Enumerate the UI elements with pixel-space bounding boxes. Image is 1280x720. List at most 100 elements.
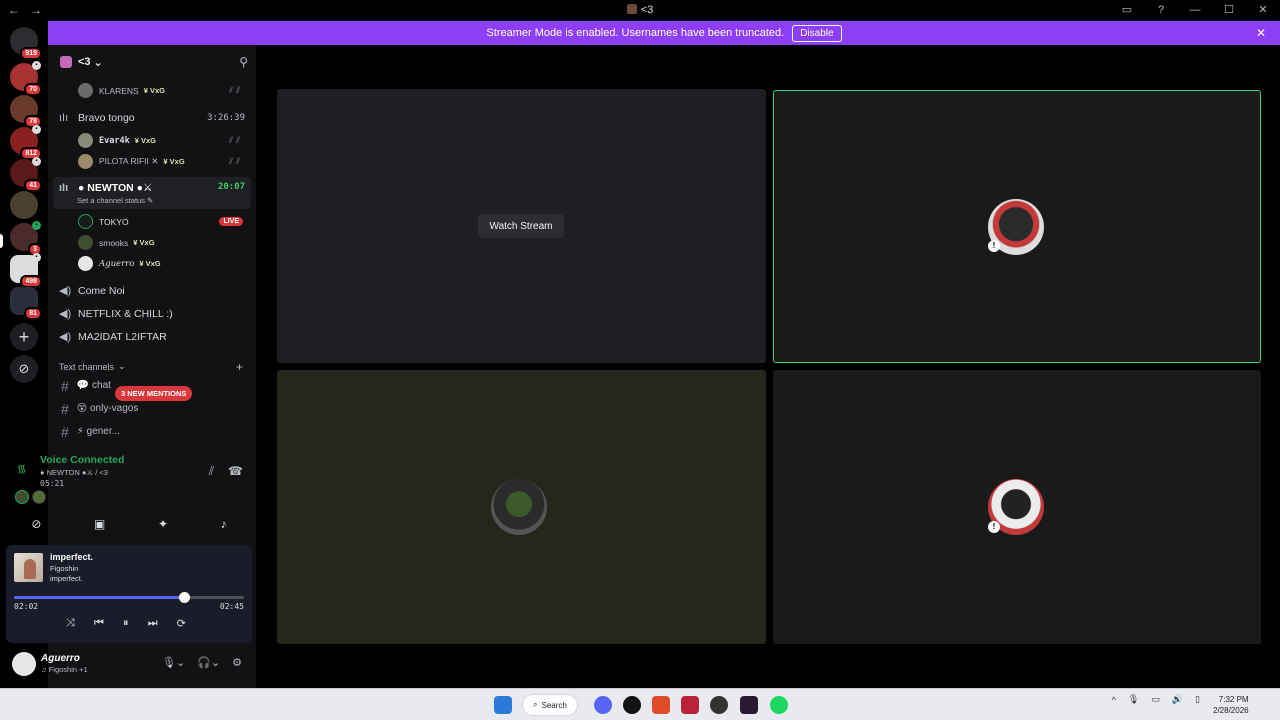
voice-channel-newton[interactable]: ıIı ● NEWTON ●⚔ 20:07 Set a channel stat… xyxy=(53,177,251,209)
voice-user[interactable]: Evar4k ¥ VxG ⫽⫽ xyxy=(53,130,251,151)
chevron-up-icon[interactable]: ^ xyxy=(1112,695,1116,705)
add-server-button[interactable]: + xyxy=(10,323,38,351)
battery-icon[interactable]: ▯ xyxy=(1195,694,1200,705)
search-box[interactable]: ⌕ Search xyxy=(522,694,578,716)
server-icon-2[interactable]: 78 xyxy=(10,95,42,128)
category-text-channels[interactable]: Text channels ⌄ + xyxy=(53,356,251,377)
previous-icon[interactable]: ⏮ xyxy=(94,617,104,630)
start-icon[interactable] xyxy=(494,696,512,714)
voice-channel-netflix[interactable]: ◀) NETFLIX & CHILL :) xyxy=(53,303,251,324)
camera-off-icon[interactable]: ⊘ xyxy=(31,517,41,531)
track-title[interactable]: imperfect. xyxy=(50,552,93,562)
taskbar: ⌕ Search ^ 🎙 ▭ 🔊 ▯ 7:32 PM 2/28/2026 xyxy=(0,688,1280,720)
voice-user[interactable]: PILOTA RIFII ✕ ¥ VxG ⫽⫽ xyxy=(53,151,251,172)
server-folder[interactable]: 81 xyxy=(10,287,42,320)
network-icon[interactable]: ▭ xyxy=(1151,694,1160,705)
app-icon[interactable] xyxy=(710,696,728,714)
voice-activity-icon: ıIı xyxy=(59,182,69,194)
close-icon[interactable]: ✕ xyxy=(1256,26,1266,40)
add-channel-icon[interactable]: + xyxy=(236,360,243,374)
invite-icon[interactable]: ⚲ xyxy=(239,55,248,69)
guild-icon xyxy=(626,4,637,14)
track-artist[interactable]: Figoshin xyxy=(50,564,78,573)
repeat-icon[interactable]: ⟳ xyxy=(177,617,186,630)
microphone-icon[interactable]: 🎙 xyxy=(1128,694,1139,705)
voice-channel-come-noi[interactable]: ◀) Come Noi xyxy=(53,280,251,301)
voice-connected-title[interactable]: Voice Connected xyxy=(40,454,124,466)
discover-button[interactable]: ⊘ xyxy=(10,355,38,383)
noise-suppression-icon[interactable]: ⫽ xyxy=(209,464,214,479)
participant-avatar xyxy=(32,490,46,504)
chevron-down-icon: ⌄ xyxy=(118,361,126,371)
user-activity: ♫ Figoshin +1 xyxy=(41,665,88,674)
user-panel: Aguerro ♫ Figoshin +1 🎙⌄ 🎧⌄ ⚙ xyxy=(6,646,252,684)
microphone-icon[interactable]: 🎙⌄ xyxy=(162,656,185,669)
text-channel-only-vagos[interactable]: # 😵 only-vagos xyxy=(53,398,251,419)
discord-icon[interactable] xyxy=(594,696,612,714)
voice-channel-bravo-tongo[interactable]: ıIı Bravo tongo 3:26:39 xyxy=(53,107,251,128)
brave-icon[interactable] xyxy=(652,696,670,714)
shuffle-icon[interactable]: ⤨ xyxy=(66,617,75,630)
minimize-icon[interactable]: — xyxy=(1188,3,1202,17)
activities-icon[interactable]: ✦ xyxy=(158,517,168,531)
user-name[interactable]: Aguerro xyxy=(41,653,80,664)
new-mentions-pill[interactable]: 3 NEW MENTIONS xyxy=(115,386,193,401)
server-icon-6[interactable]: ▪ 3 xyxy=(10,221,42,256)
app-icon[interactable] xyxy=(681,696,699,714)
selected-indicator xyxy=(0,234,3,248)
spotify-icon[interactable] xyxy=(770,696,788,714)
search-icon: ⌕ xyxy=(533,700,538,709)
disconnect-icon[interactable]: ☎ xyxy=(228,464,243,479)
voice-user[interactable]: KLARENS ¥ VxG ⫽⫽ xyxy=(53,80,251,101)
pause-icon[interactable]: ⏸ xyxy=(123,617,129,630)
avatar xyxy=(78,256,93,271)
close-window-icon[interactable]: ✕ xyxy=(1256,3,1270,17)
speaker-icon: ▪ xyxy=(32,253,41,262)
channel-name: MA2IDAT L2IFTAR xyxy=(78,330,167,343)
progress-bar[interactable] xyxy=(14,592,244,603)
text-channel-general[interactable]: # ⚡ gener... xyxy=(53,421,251,442)
headphones-icon[interactable]: 🎧⌄ xyxy=(197,656,220,669)
user-tag: ¥ VxG xyxy=(143,86,165,95)
avatar xyxy=(78,133,93,148)
server-icon-1[interactable]: ▪ 70 xyxy=(10,61,42,96)
set-channel-status[interactable]: Set a channel status ✎ xyxy=(77,196,153,205)
clock[interactable]: 7:32 PM 2/28/2026 xyxy=(1213,694,1249,716)
channel-name: ⚡ gener... xyxy=(76,426,120,437)
voice-user[interactable]: Aguerro ¥ VxG xyxy=(53,253,251,274)
signal-icon[interactable]: ᯾ xyxy=(17,461,26,476)
speaker-icon: ◀) xyxy=(59,285,72,297)
gear-icon[interactable]: ⚙ xyxy=(232,656,242,669)
volume-icon[interactable]: 🔊 xyxy=(1172,694,1183,705)
voice-controls: ⊘ ▣ ✦ ♪ xyxy=(5,512,253,536)
server-icon-5[interactable] xyxy=(10,191,38,219)
soundboard-icon[interactable]: ♪ xyxy=(221,517,227,531)
server-icon-4[interactable]: ▪ 41 xyxy=(10,157,42,192)
watch-stream-button[interactable]: Watch Stream xyxy=(478,214,564,238)
next-icon[interactable]: ⏭ xyxy=(148,617,158,630)
app-icon[interactable] xyxy=(740,696,758,714)
channel-name: 💬 chat xyxy=(76,380,111,391)
category-label: Text channels xyxy=(59,361,115,372)
server-icon-3[interactable]: ▪ 812 xyxy=(10,125,42,160)
progress-handle[interactable] xyxy=(179,592,191,603)
guild-header[interactable]: <3 ⌄ ⚲ xyxy=(48,45,256,79)
server-icon-current[interactable]: ▪ 498 xyxy=(10,253,42,288)
avatar[interactable] xyxy=(12,652,36,676)
direct-messages-button[interactable]: 919 xyxy=(10,27,42,60)
voice-user[interactable]: smooks ¥ VxG xyxy=(53,232,251,253)
browser-icon[interactable] xyxy=(623,696,641,714)
channel-name: Bravo tongo xyxy=(78,111,135,124)
screen-share-icon[interactable]: ▣ xyxy=(94,517,105,531)
server-badge: 41 xyxy=(24,179,42,192)
voice-channel-path[interactable]: ● NEWTON ●⚔ / <3 xyxy=(40,468,108,477)
plus-icon: + xyxy=(18,326,30,347)
voice-user[interactable]: TOKYO LIVE xyxy=(53,211,251,232)
voice-channel-ma2idat[interactable]: ◀) MA2IDAT L2IFTAR xyxy=(53,326,251,347)
disable-button[interactable]: Disable xyxy=(792,24,842,42)
help-icon[interactable]: ? xyxy=(1154,3,1168,17)
speaker-icon: ▪ xyxy=(32,125,41,134)
streamer-mode-banner: Streamer Mode is enabled. Usernames have… xyxy=(48,21,1280,45)
inbox-icon[interactable]: ▭ xyxy=(1120,3,1134,17)
maximize-icon[interactable]: ☐ xyxy=(1222,3,1236,17)
